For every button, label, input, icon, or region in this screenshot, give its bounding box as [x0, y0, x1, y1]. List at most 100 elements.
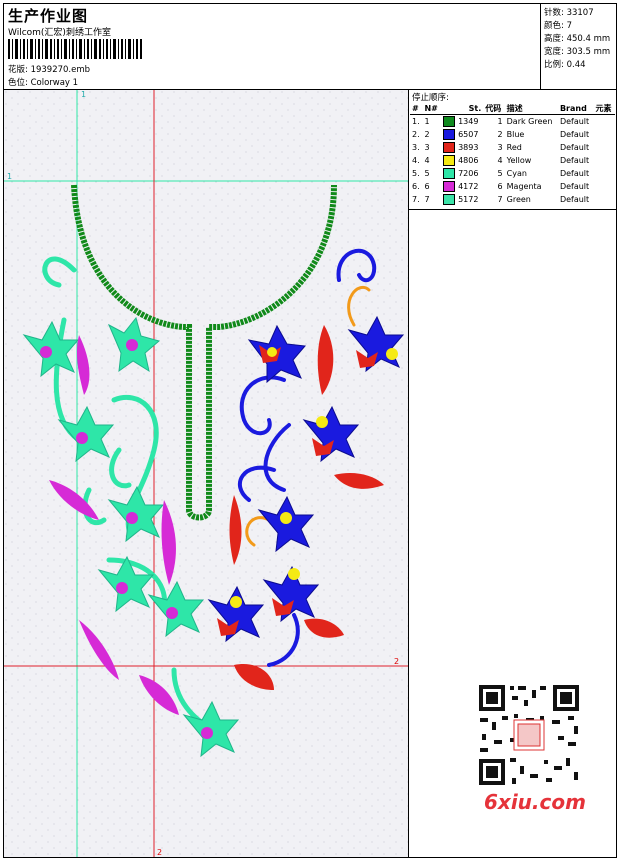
- guide-label: 1: [81, 90, 86, 99]
- needle-number: 3: [424, 143, 430, 152]
- col-header: 描述: [504, 102, 558, 115]
- color-description: Dark Green: [506, 117, 553, 126]
- scale-stat: 比例: 0.44: [544, 60, 586, 70]
- stitch-count: 4172: [441, 180, 483, 193]
- table-row: 1. 1 1349 1 Dark Green Default: [410, 115, 615, 129]
- color-code: 7: [497, 195, 503, 204]
- color-swatch: [443, 142, 456, 153]
- row-index: 7.: [412, 195, 420, 204]
- guide-label: 2: [157, 848, 162, 857]
- row-index: 5.: [412, 169, 420, 178]
- table-header-row: # N# St. 代码 描述 Brand 元素: [410, 102, 615, 115]
- design-label: 花版:: [8, 65, 28, 75]
- element: [594, 193, 615, 206]
- thread-brand: Default: [559, 182, 590, 191]
- needle-number: 7: [424, 195, 430, 204]
- color-code: 2: [497, 130, 503, 139]
- production-sheet: 生产作业图 Wilcom(汇宏)刺绣工作室 花版: 1939270.emb 色位…: [3, 3, 617, 858]
- col-header: St.: [441, 102, 484, 115]
- row-index: 1.: [412, 117, 420, 126]
- guide-label: 2: [394, 657, 399, 666]
- color-description: Blue: [506, 130, 525, 139]
- color-swatch: [443, 194, 456, 205]
- colorway-label: 色位:: [8, 78, 28, 88]
- col-header: 元素: [593, 102, 615, 115]
- table-row: 3. 3 3893 3 Red Default: [410, 141, 615, 154]
- color-swatch: [443, 181, 456, 192]
- row-index: 2.: [412, 130, 420, 139]
- watermark: 6xiu.com: [484, 790, 586, 814]
- thread-brand: Default: [559, 156, 590, 165]
- color-swatch: [443, 155, 456, 166]
- element: [594, 141, 615, 154]
- color-swatch: [443, 168, 456, 179]
- table-row: 6. 6 4172 6 Magenta Default: [410, 180, 615, 193]
- colorway-value: Colorway 1: [30, 78, 79, 88]
- color-code: 6: [497, 182, 503, 191]
- element: [594, 115, 615, 129]
- thread-brand: Default: [559, 117, 590, 126]
- color-code: 3: [497, 143, 503, 152]
- element: [594, 154, 615, 167]
- row-index: 3.: [412, 143, 420, 152]
- sheet-title: 生产作业图: [8, 7, 89, 25]
- table-row: 4. 4 4806 4 Yellow Default: [410, 154, 615, 167]
- color-description: Cyan: [506, 169, 527, 178]
- stitch-count: 6507: [441, 128, 483, 141]
- stitches-stat: 针数: 33107: [544, 8, 594, 18]
- row-index: 6.: [412, 182, 420, 191]
- thread-brand: Default: [559, 130, 590, 139]
- element: [594, 180, 615, 193]
- col-header: N#: [422, 102, 442, 115]
- color-description: Red: [506, 143, 522, 152]
- thread-brand: Default: [559, 169, 590, 178]
- company-name: Wilcom(汇宏)刺绣工作室: [8, 28, 111, 38]
- color-description: Green: [506, 195, 531, 204]
- stitch-count: 3893: [441, 141, 483, 154]
- height-stat: 高度: 450.4 mm: [544, 34, 611, 44]
- stitch-count: 5172: [441, 193, 483, 206]
- color-swatch: [443, 129, 456, 140]
- color-description: Yellow: [506, 156, 532, 165]
- color-code: 5: [497, 169, 503, 178]
- colorway: 色位: Colorway 1: [8, 76, 78, 88]
- design-file: 花版: 1939270.emb: [8, 63, 90, 75]
- needle-number: 6: [424, 182, 430, 191]
- stitch-count: 1349: [441, 115, 483, 129]
- col-header: Brand: [557, 102, 594, 115]
- needle-number: 2: [424, 130, 430, 139]
- thread-brand: Default: [559, 143, 590, 152]
- guide-label: 1: [7, 172, 12, 181]
- stop-sequence-table: # N# St. 代码 描述 Brand 元素 1. 1 1349 1 Dark Gre…: [410, 102, 615, 206]
- needle-number: 5: [424, 169, 430, 178]
- stitch-count: 4806: [441, 154, 483, 167]
- stop-sequence-rows: 1. 1 1349 1 Dark Green Default 2. 2 6507 2 Blue Def…: [410, 115, 615, 207]
- qr-code-icon: [474, 680, 584, 790]
- header: 生产作业图 Wilcom(汇宏)刺绣工作室 花版: 1939270.emb 色位…: [4, 4, 541, 90]
- thread-brand: Default: [559, 195, 590, 204]
- col-header: #: [410, 102, 423, 115]
- table-row: 5. 5 7206 5 Cyan Default: [410, 167, 615, 180]
- stitch-count: 7206: [441, 167, 483, 180]
- panel-divider: [409, 209, 616, 210]
- width-stat: 宽度: 303.5 mm: [544, 47, 611, 57]
- color-description: Magenta: [506, 182, 542, 191]
- needle-number: 4: [424, 156, 430, 165]
- row-index: 4.: [412, 156, 420, 165]
- color-swatch: [443, 116, 456, 127]
- col-header: 代码: [483, 102, 505, 115]
- needle-number: 1: [424, 117, 430, 126]
- stats-box: 针数: 33107 颜色: 7 高度: 450.4 mm 宽度: 303.5 m…: [541, 4, 616, 90]
- color-code: 1: [497, 117, 503, 126]
- colors-stat: 颜色: 7: [544, 21, 572, 31]
- barcode-icon: [8, 39, 142, 59]
- color-code: 4: [497, 156, 503, 165]
- embroidery-preview: 1 1 2 2: [4, 90, 409, 857]
- element: [594, 167, 615, 180]
- stop-sequence-panel: 停止顺序: # N# St. 代码 描述 Brand 元素 1. 1 1349 1 Da…: [409, 90, 616, 857]
- design-value: 1939270.emb: [30, 65, 91, 75]
- element: [594, 128, 615, 141]
- table-row: 7. 7 5172 7 Green Default: [410, 193, 615, 206]
- embroidery-design: 1 1 2 2: [4, 90, 408, 857]
- table-row: 2. 2 6507 2 Blue Default: [410, 128, 615, 141]
